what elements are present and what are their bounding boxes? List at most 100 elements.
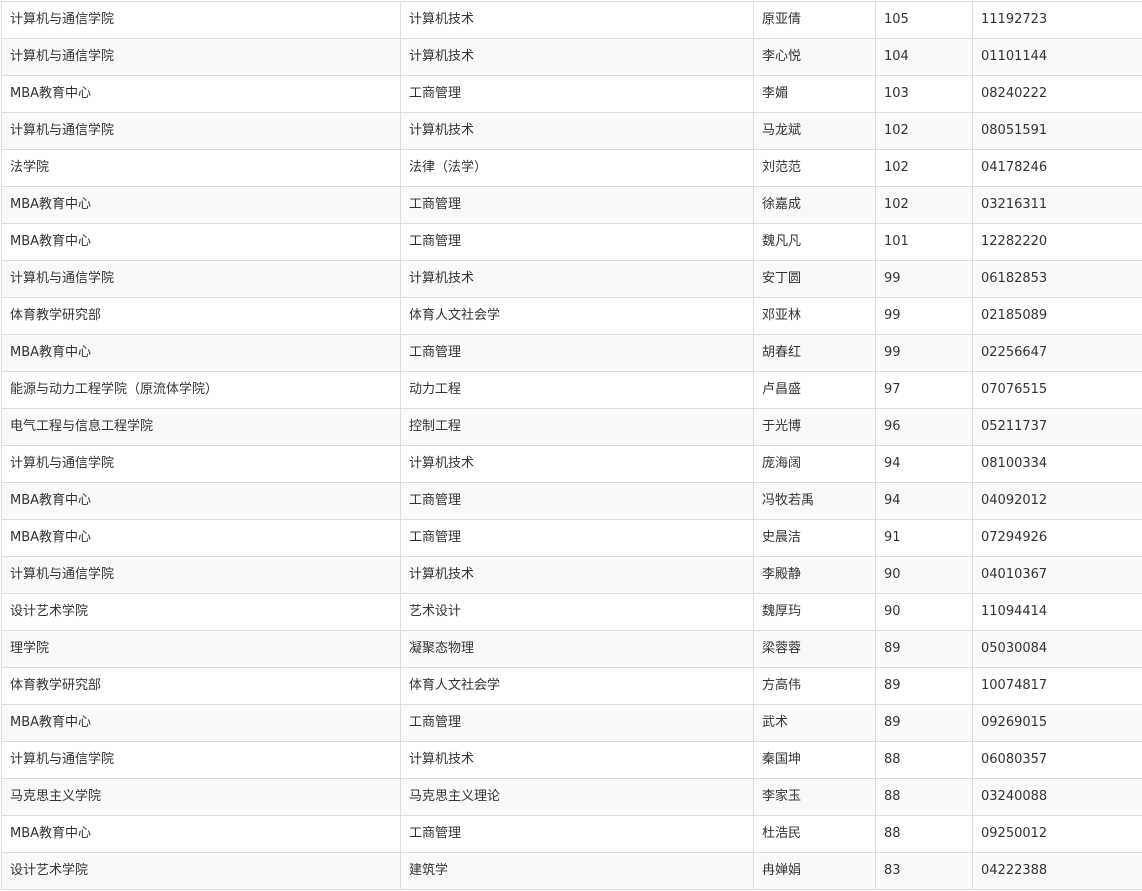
table-row: MBA教育中心 工商管理 胡春红 99 02256647 bbox=[1, 334, 1142, 372]
name-cell: 冯牧若禹 bbox=[753, 482, 876, 520]
name-cell: 李心悦 bbox=[753, 38, 876, 76]
id-cell: 06080357 bbox=[972, 741, 1142, 779]
table-row: MBA教育中心 工商管理 杜浩民 88 09250012 bbox=[1, 815, 1142, 853]
name-cell: 史晨洁 bbox=[753, 519, 876, 557]
score-cell: 102 bbox=[875, 186, 973, 224]
name-cell: 魏厚玙 bbox=[753, 593, 876, 631]
major-cell: 工商管理 bbox=[400, 519, 754, 557]
name-cell: 冉婵娟 bbox=[753, 852, 876, 890]
major-cell: 计算机技术 bbox=[400, 260, 754, 298]
college-cell: 计算机与通信学院 bbox=[1, 260, 401, 298]
id-cell: 07294926 bbox=[972, 519, 1142, 557]
score-cell: 89 bbox=[875, 667, 973, 705]
table-row: 设计艺术学院 建筑学 冉婵娟 83 04222388 bbox=[1, 852, 1142, 890]
id-cell: 04010367 bbox=[972, 556, 1142, 594]
table-row: MBA教育中心 工商管理 史晨洁 91 07294926 bbox=[1, 519, 1142, 557]
table-row: 体育教学研究部 体育人文社会学 方高伟 89 10074817 bbox=[1, 667, 1142, 705]
college-cell: 计算机与通信学院 bbox=[1, 38, 401, 76]
major-cell: 计算机技术 bbox=[400, 556, 754, 594]
college-cell: MBA教育中心 bbox=[1, 519, 401, 557]
id-cell: 07076515 bbox=[972, 371, 1142, 409]
id-cell: 03240088 bbox=[972, 778, 1142, 816]
score-cell: 103 bbox=[875, 75, 973, 113]
college-cell: 计算机与通信学院 bbox=[1, 112, 401, 150]
id-cell: 04092012 bbox=[972, 482, 1142, 520]
score-cell: 99 bbox=[875, 260, 973, 298]
major-cell: 控制工程 bbox=[400, 408, 754, 446]
score-cell: 99 bbox=[875, 334, 973, 372]
major-cell: 工商管理 bbox=[400, 223, 754, 261]
id-cell: 04222388 bbox=[972, 852, 1142, 890]
name-cell: 杜浩民 bbox=[753, 815, 876, 853]
major-cell: 工商管理 bbox=[400, 482, 754, 520]
id-cell: 10074817 bbox=[972, 667, 1142, 705]
name-cell: 刘范范 bbox=[753, 149, 876, 187]
major-cell: 计算机技术 bbox=[400, 1, 754, 39]
table-row: MBA教育中心 工商管理 冯牧若禹 94 04092012 bbox=[1, 482, 1142, 520]
college-cell: MBA教育中心 bbox=[1, 334, 401, 372]
name-cell: 李家玉 bbox=[753, 778, 876, 816]
major-cell: 工商管理 bbox=[400, 334, 754, 372]
name-cell: 胡春红 bbox=[753, 334, 876, 372]
major-cell: 体育人文社会学 bbox=[400, 297, 754, 335]
score-cell: 91 bbox=[875, 519, 973, 557]
id-cell: 03216311 bbox=[972, 186, 1142, 224]
major-cell: 计算机技术 bbox=[400, 741, 754, 779]
college-cell: 马克思主义学院 bbox=[1, 778, 401, 816]
table-row: 理学院 凝聚态物理 梁蓉蓉 89 05030084 bbox=[1, 630, 1142, 668]
name-cell: 安丁圆 bbox=[753, 260, 876, 298]
table-row: 法学院 法律（法学） 刘范范 102 04178246 bbox=[1, 149, 1142, 187]
table-row: 马克思主义学院 马克思主义理论 李家玉 88 03240088 bbox=[1, 778, 1142, 816]
score-cell: 94 bbox=[875, 482, 973, 520]
table-row: 体育教学研究部 体育人文社会学 邓亚林 99 02185089 bbox=[1, 297, 1142, 335]
id-cell: 05030084 bbox=[972, 630, 1142, 668]
major-cell: 动力工程 bbox=[400, 371, 754, 409]
college-cell: MBA教育中心 bbox=[1, 482, 401, 520]
score-cell: 89 bbox=[875, 630, 973, 668]
major-cell: 艺术设计 bbox=[400, 593, 754, 631]
id-cell: 08240222 bbox=[972, 75, 1142, 113]
name-cell: 秦国坤 bbox=[753, 741, 876, 779]
college-cell: 设计艺术学院 bbox=[1, 852, 401, 890]
name-cell: 徐嘉成 bbox=[753, 186, 876, 224]
major-cell: 工商管理 bbox=[400, 186, 754, 224]
id-cell: 01101144 bbox=[972, 38, 1142, 76]
results-table-body: 计算机与通信学院 计算机技术 原亚倩 105 11192723 计算机与通信学院 计算机技术… bbox=[1, 1, 1142, 890]
major-cell: 体育人文社会学 bbox=[400, 667, 754, 705]
id-cell: 06182853 bbox=[972, 260, 1142, 298]
score-cell: 83 bbox=[875, 852, 973, 890]
score-cell: 104 bbox=[875, 38, 973, 76]
college-cell: MBA教育中心 bbox=[1, 186, 401, 224]
score-cell: 102 bbox=[875, 149, 973, 187]
college-cell: 计算机与通信学院 bbox=[1, 741, 401, 779]
major-cell: 工商管理 bbox=[400, 75, 754, 113]
score-cell: 89 bbox=[875, 704, 973, 742]
table-row: 电气工程与信息工程学院 控制工程 于光博 96 05211737 bbox=[1, 408, 1142, 446]
college-cell: 电气工程与信息工程学院 bbox=[1, 408, 401, 446]
table-row: MBA教育中心 工商管理 李媚 103 08240222 bbox=[1, 75, 1142, 113]
table-row: 计算机与通信学院 计算机技术 庞海阔 94 08100334 bbox=[1, 445, 1142, 483]
score-cell: 97 bbox=[875, 371, 973, 409]
score-cell: 105 bbox=[875, 1, 973, 39]
name-cell: 庞海阔 bbox=[753, 445, 876, 483]
score-cell: 99 bbox=[875, 297, 973, 335]
score-cell: 90 bbox=[875, 556, 973, 594]
name-cell: 李媚 bbox=[753, 75, 876, 113]
name-cell: 原亚倩 bbox=[753, 1, 876, 39]
id-cell: 08100334 bbox=[972, 445, 1142, 483]
major-cell: 计算机技术 bbox=[400, 445, 754, 483]
major-cell: 法律（法学） bbox=[400, 149, 754, 187]
table-row: 计算机与通信学院 计算机技术 原亚倩 105 11192723 bbox=[1, 1, 1142, 39]
results-table-container: 计算机与通信学院 计算机技术 原亚倩 105 11192723 计算机与通信学院 计算机技术… bbox=[0, 0, 1142, 891]
score-cell: 96 bbox=[875, 408, 973, 446]
id-cell: 04178246 bbox=[972, 149, 1142, 187]
college-cell: 理学院 bbox=[1, 630, 401, 668]
college-cell: 法学院 bbox=[1, 149, 401, 187]
results-table: 计算机与通信学院 计算机技术 原亚倩 105 11192723 计算机与通信学院 计算机技术… bbox=[1, 1, 1142, 890]
score-cell: 88 bbox=[875, 815, 973, 853]
table-row: MBA教育中心 工商管理 魏凡凡 101 12282220 bbox=[1, 223, 1142, 261]
id-cell: 08051591 bbox=[972, 112, 1142, 150]
score-cell: 101 bbox=[875, 223, 973, 261]
id-cell: 05211737 bbox=[972, 408, 1142, 446]
table-row: 计算机与通信学院 计算机技术 马龙斌 102 08051591 bbox=[1, 112, 1142, 150]
